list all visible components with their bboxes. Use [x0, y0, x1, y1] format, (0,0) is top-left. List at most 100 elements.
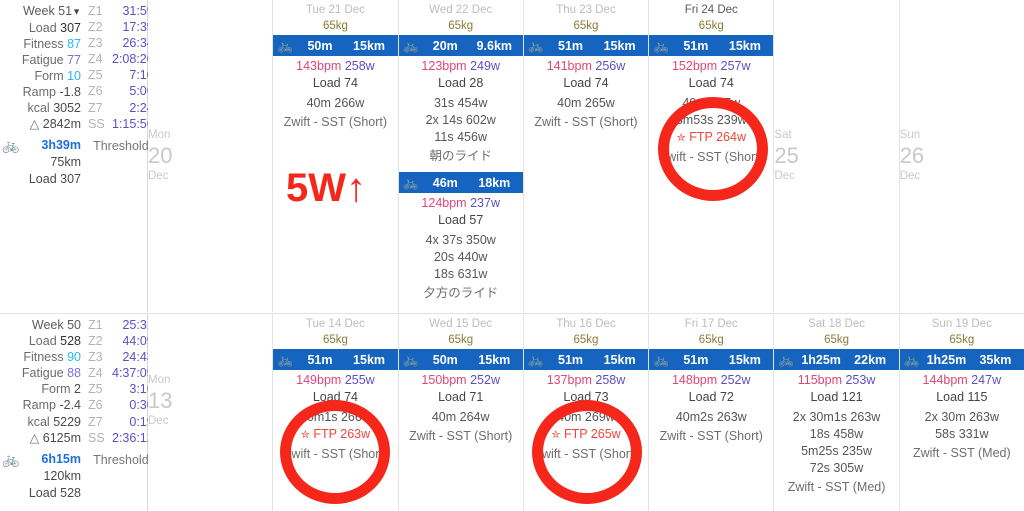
activity-name[interactable]: Zwift - SST (Short): [649, 428, 773, 445]
stat-load: Load 528: [0, 333, 81, 349]
activity-power: 247w: [971, 373, 1002, 387]
day-cell-mon-20-dec[interactable]: Mon 20 Dec: [148, 0, 274, 312]
bike-icon: 🚲: [2, 137, 20, 154]
activity-bpm: 115bpm: [797, 373, 842, 387]
activity-bpm: 148bpm: [671, 373, 718, 387]
zone-label: Z6: [88, 398, 103, 413]
bike-icon: 🚲: [2, 450, 20, 467]
zone-label: Z1: [88, 4, 103, 18]
activity-header-bar[interactable]: 🚲 51m 15km: [649, 349, 774, 370]
activity-name[interactable]: Zwift - SST (Med): [900, 445, 1024, 462]
stat-form: Form 10: [0, 68, 81, 84]
bike-icon: 🚲: [527, 37, 545, 53]
ftp-star-icon: ✮: [300, 429, 310, 441]
activity-header-bar[interactable]: 🚲 50m 15km: [273, 35, 398, 56]
day-cell-wed-22-dec[interactable]: Wed 22 Dec 65kg 🚲 20m 9.6km 123bpm 249w …: [398, 0, 524, 312]
week-title[interactable]: Week 50: [0, 317, 81, 333]
activity-header-bar[interactable]: 🚲 51m 15km: [649, 35, 774, 56]
stat-value: 307: [60, 20, 81, 35]
activity-name[interactable]: Zwift - SST (Med): [774, 479, 898, 496]
stat-load: Load 307: [0, 20, 81, 36]
day-cell-fri-24-dec[interactable]: Fri 24 Dec 65kg 🚲 51m 15km 152bpm 257w L…: [649, 0, 775, 312]
activity-card[interactable]: 🚲 1h25m 22km 115bpm 253w Load 121 2x 30m…: [774, 349, 899, 496]
activity-name[interactable]: Zwift - SST (Short): [524, 446, 648, 463]
activity-header-bar[interactable]: 🚲 51m 15km: [523, 35, 649, 56]
activity-duration: 51m: [558, 38, 584, 53]
activity-header-bar[interactable]: 🚲 1h25m 22km: [774, 349, 899, 370]
stat-fitness: Fitness 87: [0, 36, 81, 52]
day-cell-tue-14-dec[interactable]: Tue 14 Dec 65kg 🚲 51m 15km 149bpm 255w L…: [273, 314, 399, 511]
stat-value: 2: [74, 382, 81, 397]
activity-name[interactable]: Zwift - SST (Short): [273, 446, 397, 463]
activity-header-bar[interactable]: 🚲 51m 15km: [273, 349, 398, 370]
activity-ftp-value: FTP 264w: [689, 130, 746, 144]
empty-day-month: Dec: [774, 170, 795, 182]
activity-name[interactable]: 朝のライド: [399, 148, 523, 165]
activity-card[interactable]: 🚲 20m 9.6km 123bpm 249w Load 28 31s 454w…: [398, 35, 523, 165]
activity-duration: 50m: [307, 38, 333, 53]
activity-bpm: 150bpm: [421, 373, 467, 387]
activity-name[interactable]: Zwift - SST (Short): [399, 428, 523, 445]
activity-header-bar[interactable]: 🚲 20m 9.6km: [398, 35, 523, 56]
activity-name[interactable]: Zwift - SST (Short): [273, 114, 397, 131]
activity-card[interactable]: 🚲 46m 18km 124bpm 237w Load 57 4x 37s 35…: [398, 172, 523, 302]
chevron-down-icon[interactable]: ▼: [72, 7, 81, 17]
week-title[interactable]: Week 51▼: [0, 3, 81, 20]
activity-power: 237w: [470, 196, 500, 210]
day-cell-mon-13-dec[interactable]: Mon 13 Dec: [148, 314, 274, 511]
activity-header-bar[interactable]: 🚲 50m 15km: [398, 349, 523, 370]
activity-duration: 46m: [432, 175, 458, 190]
bike-icon: 🚲: [653, 351, 670, 367]
activity-ftp: ✮ FTP 264w: [649, 129, 773, 147]
day-title: Wed 22 Dec: [429, 4, 493, 16]
activity-card[interactable]: 🚲 51m 15km 149bpm 255w Load 74 40m1s 266…: [273, 349, 398, 463]
activity-metrics: 141bpm 256w: [524, 56, 648, 75]
activity-distance: 15km: [603, 352, 636, 367]
day-cell-sun-26-dec[interactable]: Sun 26 Dec: [899, 0, 1024, 312]
activity-name[interactable]: Zwift - SST (Short): [649, 149, 773, 166]
day-cell-sat-25-dec[interactable]: Sat 25 Dec: [774, 0, 900, 312]
activity-ftp: ✮ FTP 263w: [273, 426, 397, 444]
activity-card[interactable]: 🚲 51m 15km 148bpm 252w Load 72 40m2s 263…: [649, 349, 774, 445]
activity-interval: 58s 331w: [935, 427, 989, 441]
empty-day-label: Mon 20 Dec: [148, 127, 272, 184]
day-cell-thu-16-dec[interactable]: Thu 16 Dec 65kg 🚲 51m 15km 137bpm 258w L…: [523, 314, 650, 511]
day-cell-thu-23-dec[interactable]: Thu 23 Dec 65kg 🚲 51m 15km 141bpm 256w L…: [523, 0, 650, 312]
day-weight: 65kg: [949, 334, 975, 346]
day-cell-fri-17-dec[interactable]: Fri 17 Dec 65kg 🚲 51m 15km 148bpm 252w L…: [649, 314, 775, 511]
day-title: Thu 16 Dec: [556, 318, 616, 330]
activity-metrics: 115bpm 253w: [774, 370, 898, 389]
activity-metrics: 150bpm 252w: [399, 370, 523, 389]
activity-header-bar[interactable]: 🚲 46m 18km: [398, 172, 523, 193]
day-cell-wed-15-dec[interactable]: Wed 15 Dec 65kg 🚲 50m 15km 150bpm 252w L…: [398, 314, 524, 511]
zone-label: Z6: [88, 84, 103, 99]
zone-label: Z5: [88, 382, 103, 397]
activity-interval: 40m 265w: [557, 96, 615, 110]
empty-day-dow: Mon: [148, 129, 171, 141]
day-cell-tue-21-dec[interactable]: Tue 21 Dec 65kg 🚲 50m 15km 143bpm 258w L…: [273, 0, 399, 312]
day-header: Tue 21 Dec 65kg: [273, 0, 397, 34]
activity-card[interactable]: 🚲 51m 15km 152bpm 257w Load 74 40m 267w …: [649, 35, 774, 166]
activity-card[interactable]: 🚲 50m 15km 150bpm 252w Load 71 40m 264w …: [398, 349, 523, 445]
activity-distance: 15km: [353, 38, 386, 53]
activity-header-bar[interactable]: 🚲 1h25m 35km: [899, 349, 1024, 370]
activity-load: Load 71: [438, 390, 484, 404]
day-cell-sat-18-dec[interactable]: Sat 18 Dec 65kg 🚲 1h25m 22km 115bpm 253w…: [774, 314, 900, 511]
stat-value: 90: [67, 350, 81, 365]
empty-day-month: Dec: [899, 170, 921, 182]
activity-card[interactable]: 🚲 50m 15km 143bpm 258w Load 74 40m 266w …: [273, 35, 398, 131]
activity-card[interactable]: 🚲 1h25m 35km 144bpm 247w Load 115 2x 30m…: [899, 349, 1024, 462]
day-weight: 65kg: [698, 334, 724, 346]
stat-label: Fatigue: [21, 366, 64, 381]
activity-ftp-value: FTP 263w: [313, 427, 371, 441]
activity-card[interactable]: 🚲 51m 15km 137bpm 258w Load 73 40m 269w …: [523, 349, 649, 463]
activity-name[interactable]: 夕方のライド: [399, 285, 523, 302]
day-header: Sat 18 Dec 65kg: [774, 314, 898, 348]
stat-fitness: Fitness 90: [0, 349, 81, 365]
activity-card[interactable]: 🚲 51m 15km 141bpm 256w Load 74 40m 265w …: [523, 35, 649, 131]
activity-header-bar[interactable]: 🚲 51m 15km: [523, 349, 649, 370]
stat-fatigue: Fatigue 77: [0, 52, 81, 68]
day-cell-sun-19-dec[interactable]: Sun 19 Dec 65kg 🚲 1h25m 35km 144bpm 247w…: [899, 314, 1024, 511]
activity-name[interactable]: Zwift - SST (Short): [524, 114, 648, 131]
day-header: Wed 22 Dec 65kg: [399, 0, 523, 34]
